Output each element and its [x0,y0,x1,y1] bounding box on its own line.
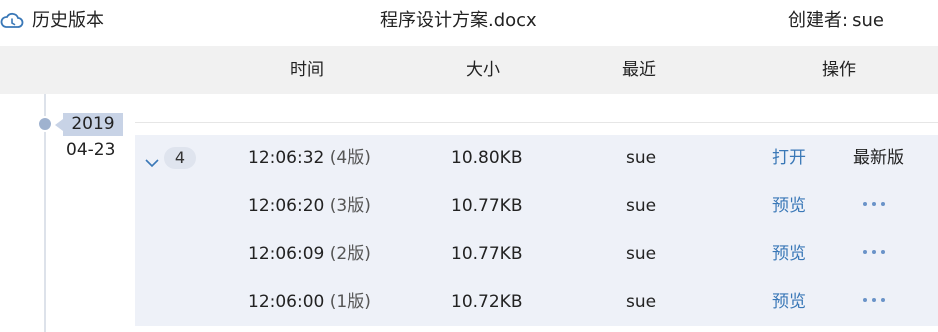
preview-button[interactable]: 预览 [772,291,806,313]
table-header: 时间 大小 最近 操作 [0,46,938,94]
version-size: 10.72KB [451,292,523,312]
version-number: (2版) [329,244,371,264]
more-icon[interactable] [861,241,887,261]
version-time: 12:06:20 (3版) [248,195,371,217]
column-header-size: 大小 [466,60,500,80]
version-number: (4版) [329,148,371,168]
timeline-dot [37,116,53,132]
version-size: 10.80KB [451,148,523,168]
date-label: 04-23 [66,140,116,160]
preview-button[interactable]: 预览 [772,243,806,265]
version-time: 12:06:00 (1版) [248,291,371,313]
version-user: sue [626,148,657,168]
column-header-recent: 最近 [622,60,656,80]
open-button[interactable]: 打开 [772,147,806,169]
version-number: (1版) [329,292,371,312]
version-row: 12:06:09 (2版) 10.77KB sue 预览 [135,231,938,279]
version-user: sue [626,244,657,264]
history-versions-label: 历史版本 [32,10,104,31]
creator-label: 创建者: [788,10,849,31]
column-header-operations: 操作 [822,60,856,80]
version-number: (3版) [329,196,371,216]
year-badge: 2019 [55,113,123,136]
time-value: 12:06:09 [248,244,325,264]
document-title: 程序设计方案.docx [380,10,537,31]
creator-info: 创建者: sue [788,10,884,32]
version-row: 12:06:32 (4版) 10.80KB sue 打开 最新版 [135,135,938,183]
top-bar: 历史版本 程序设计方案.docx 创建者: sue [0,0,938,46]
version-row: 12:06:00 (1版) 10.72KB sue 预览 [135,279,938,327]
version-size: 10.77KB [451,244,523,264]
time-value: 12:06:32 [248,148,325,168]
version-time: 12:06:09 (2版) [248,243,371,265]
more-icon[interactable] [861,289,887,309]
time-value: 12:06:20 [248,196,325,216]
preview-button[interactable]: 预览 [772,195,806,217]
more-icon[interactable] [861,193,887,213]
time-value: 12:06:00 [248,292,325,312]
version-user: sue [626,196,657,216]
cloud-history-icon[interactable] [0,10,24,32]
latest-version-label: 最新版 [853,148,904,168]
version-time: 12:06:32 (4版) [248,147,371,169]
column-header-time: 时间 [290,60,324,80]
divider [135,122,938,123]
creator-name: sue [852,10,884,31]
version-size: 10.77KB [451,196,523,216]
version-user: sue [626,292,657,312]
version-row: 12:06:20 (3版) 10.77KB sue 预览 [135,183,938,231]
